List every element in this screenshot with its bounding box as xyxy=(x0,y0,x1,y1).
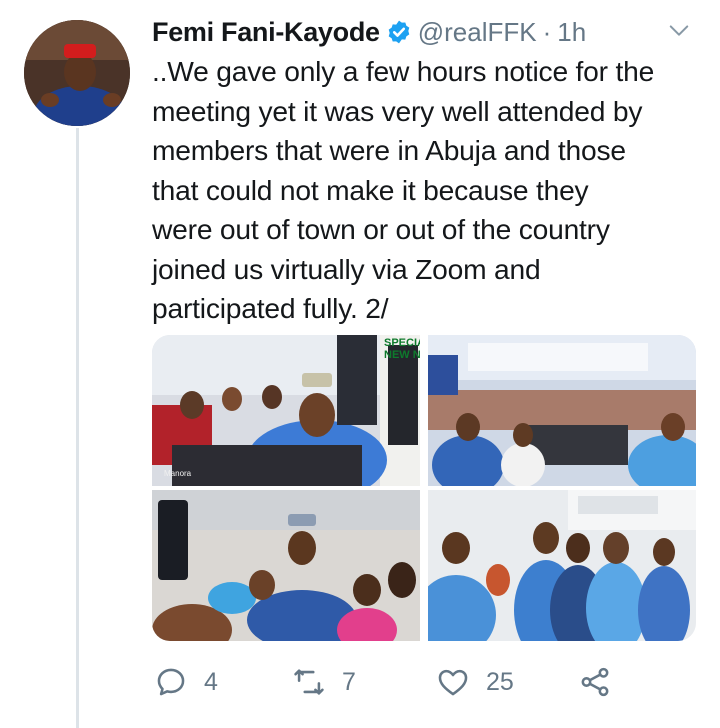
photo-2-image xyxy=(428,335,696,486)
photo-1[interactable]: SPECIA NEW N Manora xyxy=(152,335,420,486)
thread-line xyxy=(76,128,79,728)
like-button[interactable]: 25 xyxy=(436,660,514,704)
reply-button[interactable]: 4 xyxy=(154,660,218,704)
tweet-text: ..We gave only a few hours notice for th… xyxy=(152,55,655,324)
photo-4[interactable] xyxy=(428,490,696,641)
author-name[interactable]: Femi Fani-Kayode xyxy=(152,17,380,48)
photo-3-image xyxy=(152,490,420,641)
reply-icon xyxy=(157,668,185,696)
author-handle[interactable]: @realFFK xyxy=(418,17,537,48)
share-button[interactable] xyxy=(578,660,612,704)
avatar[interactable] xyxy=(24,20,130,126)
photo-4-image xyxy=(428,490,696,641)
like-icon xyxy=(438,669,468,696)
reply-count: 4 xyxy=(204,667,218,696)
photo-1-banner-text: SPECIA NEW N xyxy=(384,337,420,361)
photo-1-image xyxy=(152,335,420,486)
tweet-actions: 4 7 25 xyxy=(152,660,672,704)
photo-2[interactable] xyxy=(428,335,696,486)
verified-badge-icon xyxy=(388,20,410,44)
avatar-image xyxy=(24,20,130,126)
photo-1-watermark: Manora xyxy=(164,469,192,478)
tweet-header: Femi Fani-Kayode @realFFK · 1h xyxy=(152,14,697,50)
separator-dot: · xyxy=(542,16,552,47)
tweet-timestamp[interactable]: 1h xyxy=(557,17,586,48)
retweet-count: 7 xyxy=(342,667,356,696)
share-icon xyxy=(581,667,609,697)
like-count: 25 xyxy=(486,667,514,696)
photo-grid: SPECIA NEW N Manora xyxy=(152,335,696,641)
retweet-icon xyxy=(294,669,324,695)
retweet-button[interactable]: 7 xyxy=(292,660,356,704)
chevron-down-icon[interactable] xyxy=(668,20,690,42)
photo-3[interactable] xyxy=(152,490,420,641)
